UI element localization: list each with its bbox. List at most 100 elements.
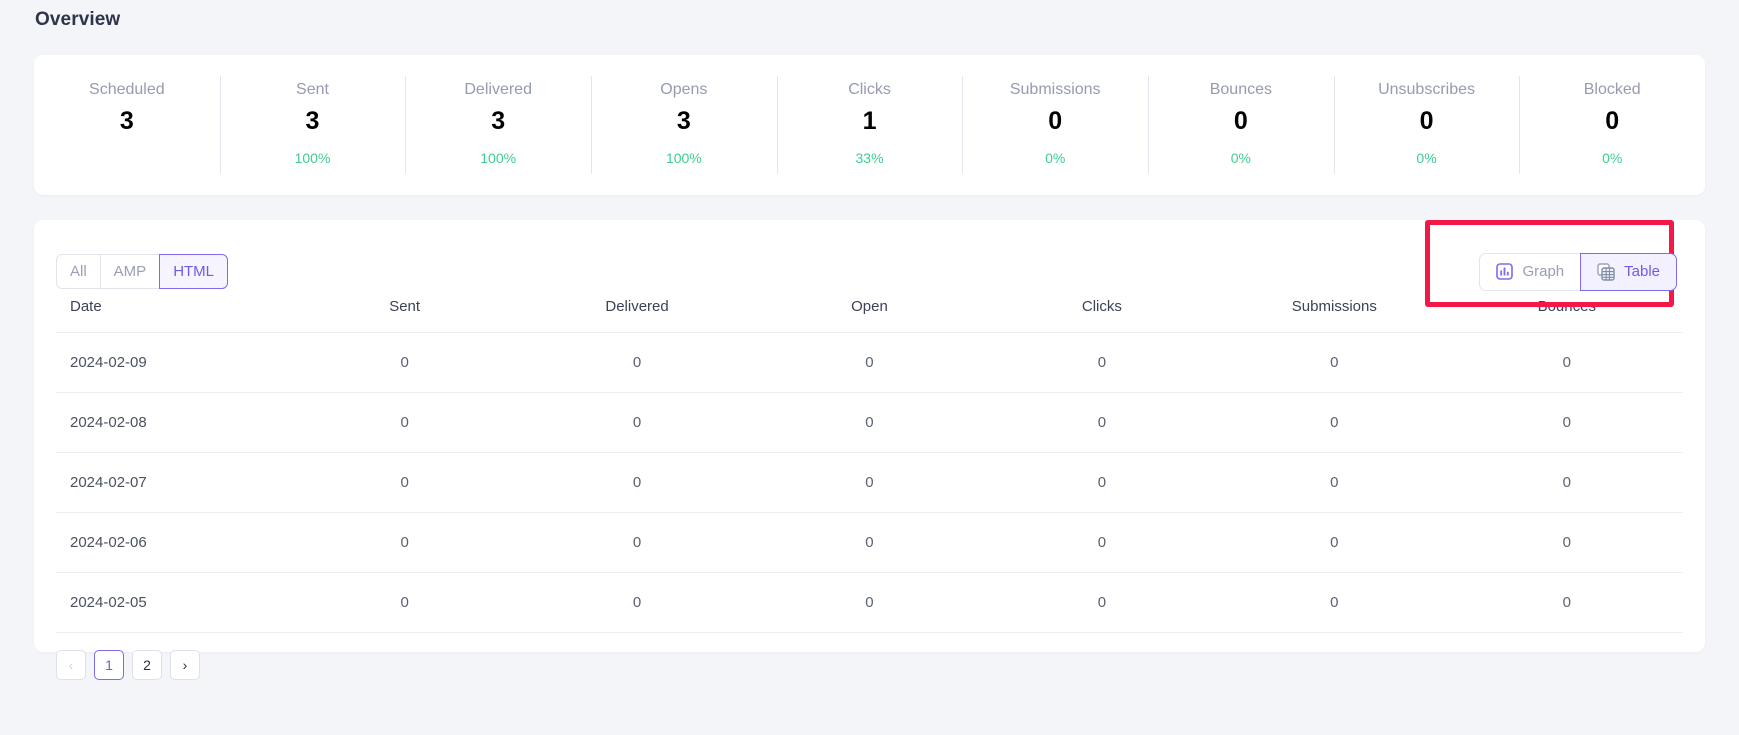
filter-tab-all[interactable]: All — [56, 254, 101, 289]
stat-label: Submissions — [1009, 81, 1101, 98]
table-row: 2024-02-08 0 0 0 0 0 0 — [56, 392, 1683, 453]
stat-percentage: 33% — [855, 150, 884, 166]
overview-page: Overview Scheduled 3 Sent 3 100% Delivered 3 10… — [0, 0, 1739, 735]
stat-label: Unsubscribes — [1378, 81, 1475, 98]
table-toolbar: All AMP HTML Graph Table — [34, 220, 1705, 298]
pagination-next-button[interactable]: › — [170, 650, 200, 680]
table-column-header-bounces: Bounces — [1450, 298, 1683, 333]
filter-tab-html[interactable]: HTML — [159, 254, 229, 289]
stats-summary-card: Scheduled 3 Sent 3 100% Delivered 3 100% Opens 3 1… — [34, 55, 1705, 195]
stat-card-scheduled: Scheduled 3 — [34, 55, 220, 195]
table-cell-value: 0 — [985, 392, 1219, 453]
table-cell-date: 2024-02-08 — [56, 392, 289, 453]
table-cell-value: 0 — [1218, 512, 1451, 573]
bar-chart-icon — [1496, 263, 1514, 280]
table-cell-value: 0 — [1450, 572, 1683, 633]
pagination-prev-button[interactable]: ‹ — [56, 650, 86, 680]
table-cell-date: 2024-02-05 — [56, 572, 289, 633]
stat-value: 3 — [676, 107, 691, 135]
table-cell-value: 0 — [985, 512, 1219, 573]
table-cell-value: 0 — [288, 572, 521, 633]
stat-card-bounces: Bounces 0 0% — [1148, 55, 1334, 195]
stat-percentage: 0% — [1230, 150, 1251, 166]
stat-value: 3 — [491, 107, 506, 135]
table-grid-icon — [1597, 262, 1615, 281]
stat-label: Delivered — [464, 81, 532, 98]
table-cell-value: 0 — [520, 392, 754, 453]
table-row: 2024-02-07 0 0 0 0 0 0 — [56, 452, 1683, 513]
stat-card-submissions: Submissions 0 0% — [962, 55, 1148, 195]
stat-label: Opens — [660, 81, 708, 98]
table-row: 2024-02-09 0 0 0 0 0 0 — [56, 332, 1683, 393]
table-column-header-date: Date — [56, 298, 289, 333]
table-cell-value: 0 — [1450, 512, 1683, 573]
table-cell-value: 0 — [985, 332, 1219, 393]
table-cell-value: 0 — [753, 332, 986, 393]
stats-data-table: Date Sent Delivered Open Clicks Submissions Bo… — [56, 298, 1683, 633]
table-cell-value: 0 — [753, 392, 986, 453]
table-column-header-clicks: Clicks — [985, 298, 1219, 333]
table-cell-value: 0 — [520, 572, 754, 633]
table-cell-value: 0 — [1218, 452, 1451, 513]
view-mode-label: Table — [1624, 263, 1660, 280]
stat-label: Bounces — [1209, 81, 1272, 98]
table-cell-value: 0 — [1218, 572, 1451, 633]
table-cell-date: 2024-02-09 — [56, 332, 289, 393]
table-cell-value: 0 — [985, 572, 1219, 633]
table-cell-date: 2024-02-07 — [56, 452, 289, 513]
stat-percentage: 100% — [294, 150, 331, 166]
view-mode-graph-button[interactable]: Graph — [1479, 252, 1582, 291]
table-column-header-sent: Sent — [288, 298, 521, 333]
content-type-filter-tabs: All AMP HTML — [56, 254, 229, 289]
stat-percentage: 100% — [665, 150, 702, 166]
stat-card-blocked: Blocked 0 0% — [1519, 55, 1705, 195]
stat-percentage: 0% — [1602, 150, 1623, 166]
table-cell-value: 0 — [1450, 332, 1683, 393]
page-title: Overview — [35, 9, 121, 30]
stat-value: 3 — [305, 107, 320, 135]
report-table-card: All AMP HTML Graph Table Date Sent Delivered O… — [34, 220, 1705, 680]
pagination-page-1[interactable]: 1 — [94, 650, 124, 680]
stat-label: Blocked — [1583, 81, 1641, 98]
table-cell-value: 0 — [288, 452, 521, 513]
table-cell-value: 0 — [520, 452, 754, 513]
stat-label: Sent — [296, 81, 329, 98]
filter-tab-amp[interactable]: AMP — [99, 254, 161, 289]
table-cell-value: 0 — [288, 392, 521, 453]
table-header: Date Sent Delivered Open Clicks Submissions Bo… — [56, 298, 1683, 333]
pagination: ‹ 1 2 › — [34, 633, 1705, 680]
table-header-row: Date Sent Delivered Open Clicks Submissions Bo… — [56, 298, 1683, 333]
table-cell-value: 0 — [1218, 332, 1451, 393]
table-cell-value: 0 — [753, 512, 986, 573]
stat-value: 0 — [1048, 107, 1063, 135]
stat-percentage: 0% — [1045, 150, 1066, 166]
table-cell-value: 0 — [288, 332, 521, 393]
view-mode-label: Graph — [1522, 263, 1565, 280]
table-cell-value: 0 — [753, 452, 986, 513]
stat-value: 0 — [1233, 107, 1248, 135]
table-cell-value: 0 — [288, 512, 521, 573]
table-column-header-submissions: Submissions — [1218, 298, 1451, 333]
table-cell-value: 0 — [1450, 452, 1683, 513]
stat-card-sent: Sent 3 100% — [219, 55, 406, 195]
stat-value: 1 — [862, 107, 877, 135]
stat-value: 3 — [119, 107, 134, 135]
stat-value: 0 — [1419, 107, 1434, 135]
table-column-header-delivered: Delivered — [520, 298, 754, 333]
stat-card-unsubscribes: Unsubscribes 0 0% — [1333, 55, 1520, 195]
stat-label: Clicks — [848, 81, 891, 98]
stat-card-delivered: Delivered 3 100% — [405, 55, 591, 195]
pagination-page-2[interactable]: 2 — [132, 650, 162, 680]
table-cell-value: 0 — [753, 572, 986, 633]
table-cell-value: 0 — [1450, 392, 1683, 453]
view-mode-table-button[interactable]: Table — [1580, 252, 1677, 291]
stat-label: Scheduled — [89, 81, 165, 98]
table-cell-value: 0 — [1218, 392, 1451, 453]
table-row: 2024-02-06 0 0 0 0 0 0 — [56, 512, 1683, 573]
table-cell-date: 2024-02-06 — [56, 512, 289, 573]
table-cell-value: 0 — [520, 332, 754, 393]
table-cell-value: 0 — [985, 452, 1219, 513]
table-body: 2024-02-09 0 0 0 0 0 0 2024-02-08 0 0 0 0 0 0 2024-02-… — [56, 332, 1683, 633]
table-column-header-open: Open — [753, 298, 986, 333]
view-mode-switch: Graph Table — [1479, 252, 1677, 291]
